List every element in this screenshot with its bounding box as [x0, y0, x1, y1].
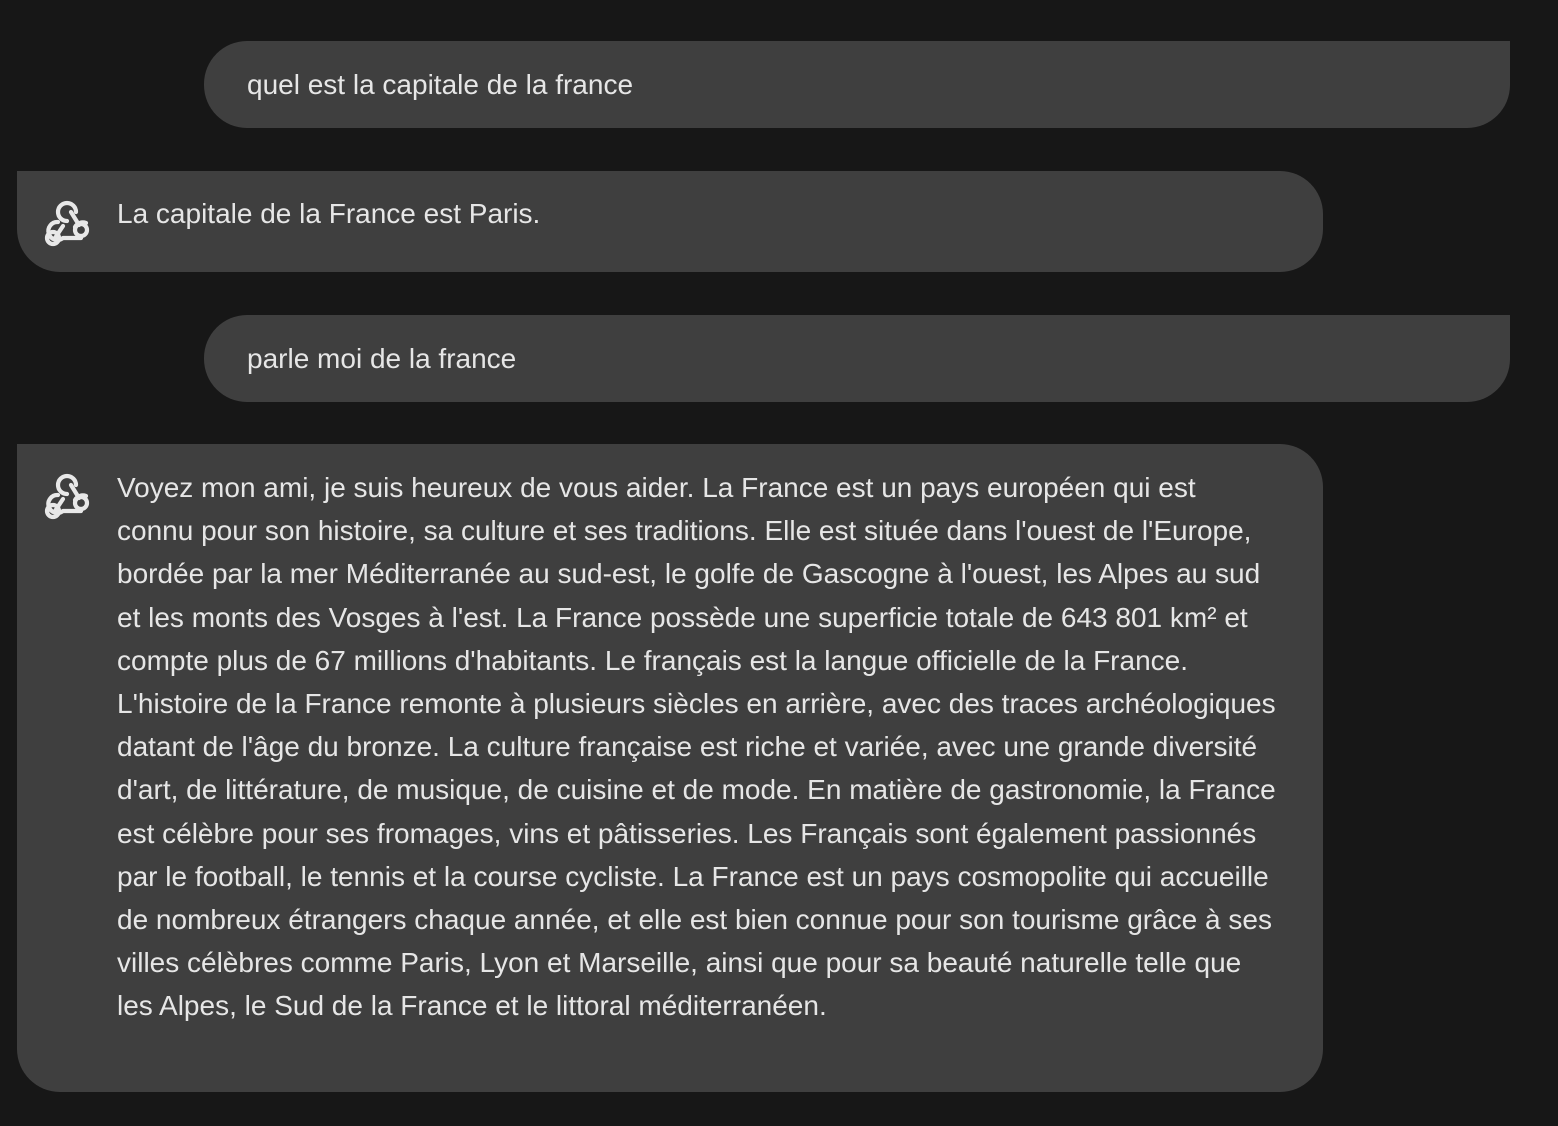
assistant-message-text: La capitale de la France est Paris.: [117, 198, 541, 229]
user-message-text: quel est la capitale de la france: [247, 68, 634, 100]
assistant-message: Voyez mon ami, je suis heureux de vous a…: [17, 444, 1323, 1092]
assistant-logo-icon: [44, 200, 90, 247]
user-message-text: parle moi de la france: [247, 342, 517, 374]
assistant-logo-icon: [44, 473, 90, 520]
user-message: quel est la capitale de la france: [204, 41, 1510, 128]
assistant-message: La capitale de la France est Paris.: [17, 171, 1323, 272]
assistant-message-text: Voyez mon ami, je suis heureux de vous a…: [117, 472, 1276, 1022]
user-message: parle moi de la france: [204, 315, 1510, 402]
